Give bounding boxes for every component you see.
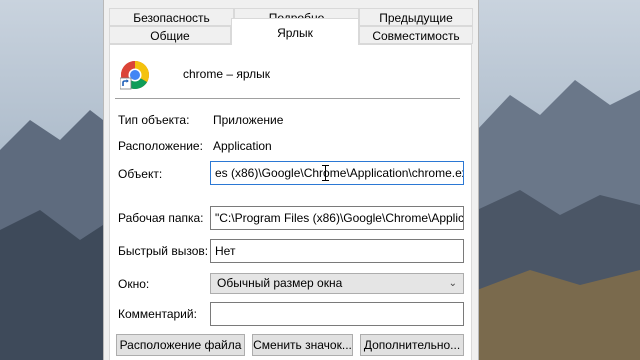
advanced-button[interactable]: Дополнительно...	[360, 334, 464, 356]
tab-compatibility[interactable]: Совместимость	[359, 26, 473, 44]
hotkey-field[interactable]: Нет	[210, 239, 464, 263]
change-icon-button[interactable]: Сменить значок...	[252, 334, 353, 356]
tab-general[interactable]: Общие	[109, 26, 231, 44]
comment-label: Комментарий:	[118, 307, 197, 321]
type-value: Приложение	[213, 113, 284, 127]
target-field[interactable]: es (x86)\Google\Chrome\Application\chrom…	[210, 161, 464, 185]
location-label: Расположение:	[118, 139, 203, 153]
chevron-down-icon: ⌄	[448, 278, 457, 289]
window-select[interactable]: Обычный размер окна ⌄	[210, 273, 464, 294]
comment-field[interactable]	[210, 302, 464, 326]
shortcut-name: chrome – ярлык	[183, 67, 270, 81]
tab-security[interactable]: Безопасность	[109, 8, 234, 26]
text-cursor-icon	[322, 165, 329, 181]
tab-previous-versions[interactable]: Предыдущие версии	[359, 8, 473, 43]
shortcut-arrow-icon	[120, 77, 132, 90]
workdir-label: Рабочая папка:	[118, 211, 204, 225]
location-value: Application	[213, 139, 272, 153]
type-label: Тип объекта:	[118, 113, 190, 127]
chrome-icon	[120, 61, 149, 90]
window-label: Окно:	[118, 277, 150, 291]
separator	[115, 98, 460, 99]
target-label: Объект:	[118, 167, 163, 181]
tab-shortcut[interactable]: Ярлык	[231, 18, 359, 45]
workdir-field[interactable]: "C:\Program Files (x86)\Google\Chrome\Ap…	[210, 206, 464, 230]
window-select-value: Обычный размер окна	[217, 276, 343, 290]
file-location-button[interactable]: Расположение файла	[116, 334, 245, 356]
hotkey-label: Быстрый вызов:	[118, 244, 209, 258]
